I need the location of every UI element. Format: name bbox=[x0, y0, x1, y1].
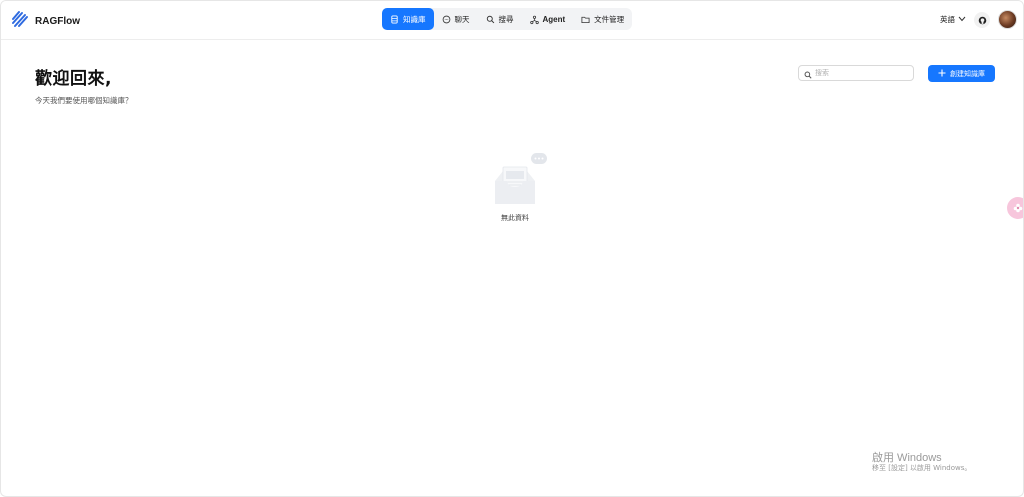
create-knowledge-base-button[interactable]: 創建知識庫 bbox=[928, 65, 995, 82]
top-bar: RAGFlow 知識庫 聊天 搜尋 Agent 文件管理 英語 bbox=[1, 1, 1023, 40]
windows-activation-subtitle: 移至 [設定] 以啟用 Windows。 bbox=[872, 464, 972, 472]
app-window: RAGFlow 知識庫 聊天 搜尋 Agent 文件管理 英語 歡迎回來, 今天… bbox=[0, 0, 1024, 497]
nav-chat[interactable]: 聊天 bbox=[434, 8, 478, 30]
chevron-down-icon bbox=[958, 15, 966, 24]
nav-label: 聊天 bbox=[454, 14, 470, 24]
nav-agent[interactable]: Agent bbox=[522, 8, 574, 30]
plus-icon bbox=[938, 69, 946, 79]
header-tools: 英語 bbox=[940, 10, 1017, 29]
search-box[interactable] bbox=[798, 65, 914, 81]
create-button-label: 創建知識庫 bbox=[950, 69, 985, 78]
language-selector[interactable]: 英語 bbox=[940, 14, 966, 25]
github-icon bbox=[978, 10, 987, 29]
ragflow-logo-icon bbox=[11, 10, 29, 32]
search-icon bbox=[486, 15, 495, 24]
floating-assistant-button[interactable] bbox=[1007, 197, 1023, 219]
app-name: RAGFlow bbox=[35, 15, 80, 27]
database-icon bbox=[390, 14, 399, 24]
empty-inbox-icon bbox=[481, 153, 551, 213]
user-avatar[interactable] bbox=[998, 10, 1017, 29]
page-title: 歡迎回來, bbox=[35, 69, 112, 89]
nav-file-management[interactable]: 文件管理 bbox=[573, 8, 632, 30]
search-input[interactable] bbox=[815, 67, 905, 79]
nav-label: 知識庫 bbox=[403, 14, 426, 24]
flower-icon bbox=[1012, 199, 1023, 218]
nav-search[interactable]: 搜尋 bbox=[478, 8, 522, 30]
page-subtitle: 今天我們要使用哪個知識庫？ bbox=[35, 96, 133, 105]
agent-icon bbox=[529, 15, 539, 24]
nav-label: 文件管理 bbox=[594, 14, 625, 24]
folder-icon bbox=[581, 15, 590, 24]
nav-label: 搜尋 bbox=[498, 14, 514, 24]
github-button[interactable] bbox=[974, 10, 990, 29]
nav-label: Agent bbox=[542, 14, 566, 24]
empty-state bbox=[481, 151, 551, 213]
search-icon bbox=[804, 64, 812, 83]
main-nav: 知識庫 聊天 搜尋 Agent 文件管理 bbox=[382, 8, 633, 30]
language-label: 英語 bbox=[940, 15, 955, 24]
brand[interactable]: RAGFlow bbox=[11, 10, 80, 32]
nav-knowledge-base[interactable]: 知識庫 bbox=[382, 8, 434, 30]
empty-state-text: 無此資料 bbox=[501, 214, 529, 222]
chat-icon bbox=[442, 15, 451, 24]
